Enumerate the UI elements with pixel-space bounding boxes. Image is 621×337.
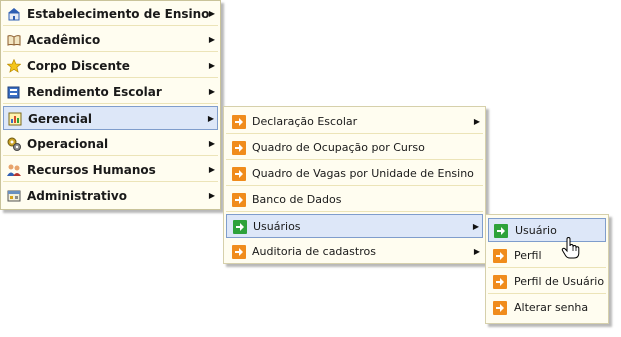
chevron-right-icon: ▶ (208, 35, 215, 44)
submenu-item-perfil-de-usuario[interactable]: Perfil de Usuário (488, 270, 606, 294)
arrow-right-icon (232, 193, 246, 207)
menu-item-gerencial[interactable]: Gerencial ▶ (3, 106, 218, 130)
submenu-item-alterar-senha[interactable]: Alterar senha (488, 296, 606, 320)
star-icon (7, 59, 21, 73)
chevron-right-icon: ▶ (208, 9, 215, 18)
submenu-item-auditoria-cadastros[interactable]: Auditoria de cadastros ▶ (226, 240, 483, 264)
menu-item-operacional[interactable]: Operacional ▶ (3, 132, 218, 156)
hand-pointer-cursor-icon (561, 236, 581, 259)
arrow-right-icon (232, 167, 246, 181)
submenu-item-label: Usuários (253, 220, 301, 233)
menu-item-recursos-humanos[interactable]: Recursos Humanos ▶ (3, 158, 218, 182)
submenu-item-label: Alterar senha (514, 301, 589, 314)
arrow-right-icon (232, 115, 246, 129)
usuarios-submenu: Usuário Perfil Perfil de Usuário Alterar… (485, 214, 609, 324)
chevron-right-icon: ▶ (208, 191, 215, 200)
report-card-icon (7, 85, 21, 99)
gerencial-submenu: Declaração Escolar ▶ Quadro de Ocupação … (223, 106, 486, 264)
chevron-right-icon: ▶ (208, 139, 215, 148)
people-icon (7, 163, 21, 177)
submenu-item-quadro-vagas-unidade[interactable]: Quadro de Vagas por Unidade de Ensino (226, 162, 483, 186)
chevron-right-icon: ▶ (207, 114, 214, 123)
chevron-right-icon: ▶ (473, 117, 480, 126)
menu-item-rendimento-escolar[interactable]: Rendimento Escolar ▶ (3, 80, 218, 104)
submenu-item-declaracao-escolar[interactable]: Declaração Escolar ▶ (226, 110, 483, 134)
chevron-right-icon: ▶ (208, 61, 215, 70)
chevron-right-icon: ▶ (208, 165, 215, 174)
submenu-item-label: Auditoria de cadastros (252, 245, 376, 258)
menu-item-label: Corpo Discente (27, 59, 130, 73)
school-house-icon (7, 7, 21, 21)
menu-item-label: Acadêmico (27, 33, 101, 47)
submenu-item-banco-de-dados[interactable]: Banco de Dados (226, 188, 483, 212)
gears-icon (7, 137, 21, 151)
menu-item-label: Rendimento Escolar (27, 85, 162, 99)
menu-item-label: Administrativo (27, 189, 127, 203)
submenu-item-label: Declaração Escolar (252, 115, 358, 128)
arrow-right-icon (493, 249, 507, 263)
manager-chart-icon (8, 112, 22, 126)
submenu-item-label: Usuário (515, 224, 557, 237)
arrow-right-icon (232, 245, 246, 259)
admin-window-icon (7, 189, 21, 203)
arrow-right-icon (233, 220, 247, 234)
open-book-icon (7, 33, 21, 47)
submenu-item-usuario[interactable]: Usuário (488, 218, 606, 242)
menu-item-label: Recursos Humanos (27, 163, 156, 177)
menu-item-academico[interactable]: Acadêmico ▶ (3, 28, 218, 52)
menu-item-label: Gerencial (28, 112, 93, 126)
menu-item-estabelecimento-de-ensino[interactable]: Estabelecimento de Ensino ▶ (3, 2, 218, 26)
arrow-right-icon (232, 141, 246, 155)
menu-item-administrativo[interactable]: Administrativo ▶ (3, 184, 218, 208)
menu-item-label: Operacional (27, 137, 109, 151)
chevron-right-icon: ▶ (208, 87, 215, 96)
main-menu: Estabelecimento de Ensino ▶ Acadêmico ▶ … (0, 0, 221, 210)
chevron-right-icon: ▶ (472, 222, 479, 231)
submenu-item-usuarios[interactable]: Usuários ▶ (226, 214, 483, 238)
submenu-item-label: Quadro de Ocupação por Curso (252, 141, 425, 154)
submenu-item-label: Perfil (514, 249, 542, 262)
arrow-right-icon (494, 224, 508, 238)
submenu-item-label: Perfil de Usuário (514, 275, 605, 288)
arrow-right-icon (493, 275, 507, 289)
chevron-right-icon: ▶ (473, 247, 480, 256)
submenu-item-label: Quadro de Vagas por Unidade de Ensino (252, 167, 474, 180)
submenu-item-label: Banco de Dados (252, 193, 342, 206)
menu-item-label: Estabelecimento de Ensino (27, 7, 210, 21)
submenu-item-perfil[interactable]: Perfil (488, 244, 606, 268)
submenu-item-quadro-ocupacao-curso[interactable]: Quadro de Ocupação por Curso (226, 136, 483, 160)
arrow-right-icon (493, 301, 507, 315)
menu-item-corpo-discente[interactable]: Corpo Discente ▶ (3, 54, 218, 78)
